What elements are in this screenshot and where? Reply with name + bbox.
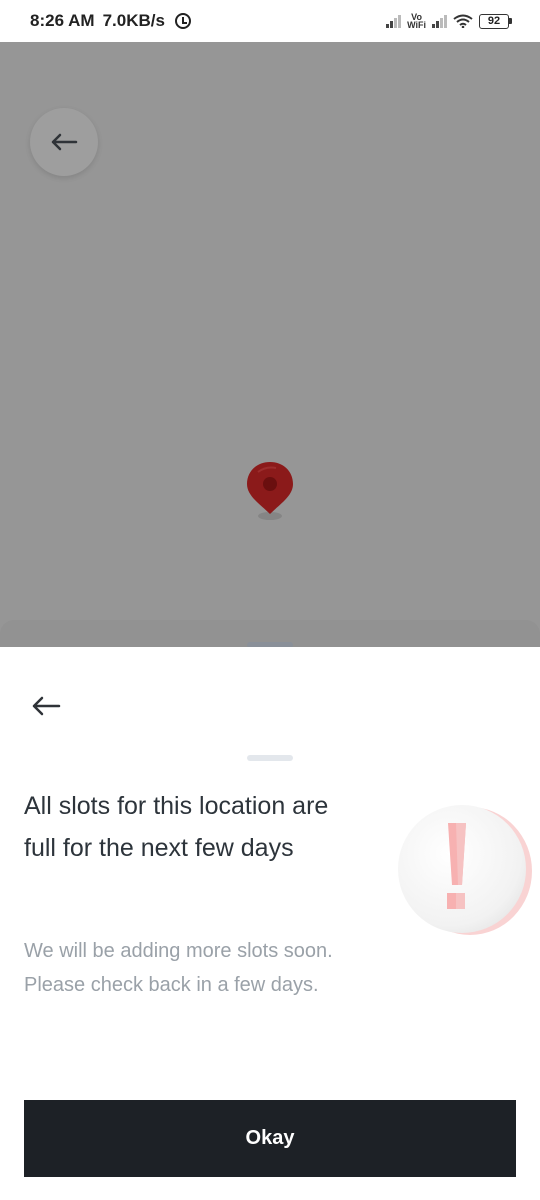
vowifi-indicator: Vo WiFi <box>407 13 426 30</box>
sheet-title: All slots for this location are full for… <box>24 792 329 862</box>
status-left: 8:26 AM 7.0KB/s <box>30 11 191 31</box>
status-bar: 8:26 AM 7.0KB/s Vo WiFi 92 <box>0 0 540 42</box>
okay-button[interactable]: Okay <box>24 1100 516 1177</box>
sheet-subtitle: We will be adding more slots soon. Pleas… <box>24 940 333 996</box>
signal-icon <box>386 14 402 28</box>
network-speed: 7.0KB/s <box>102 11 165 30</box>
signal-icon-2 <box>432 14 447 28</box>
alarm-icon <box>174 13 191 29</box>
sheet-drag-handle[interactable] <box>247 755 293 761</box>
exclamation-icon <box>398 805 532 935</box>
map-back-button[interactable] <box>30 108 98 176</box>
background-sheet <box>0 620 540 647</box>
status-right: Vo WiFi 92 <box>386 13 512 30</box>
wifi-icon <box>453 14 473 28</box>
arrow-left-icon <box>51 133 78 151</box>
battery-level: 92 <box>479 13 509 29</box>
bottom-sheet: All slots for this location are full for… <box>0 647 540 1200</box>
status-time: 8:26 AM <box>30 11 95 30</box>
map-view <box>0 42 540 647</box>
location-pin-icon <box>247 462 293 520</box>
vowifi-bottom: WiFi <box>407 20 426 30</box>
battery-icon: 92 <box>479 13 512 29</box>
sheet-back-button[interactable] <box>28 691 64 721</box>
arrow-left-icon <box>32 696 61 716</box>
